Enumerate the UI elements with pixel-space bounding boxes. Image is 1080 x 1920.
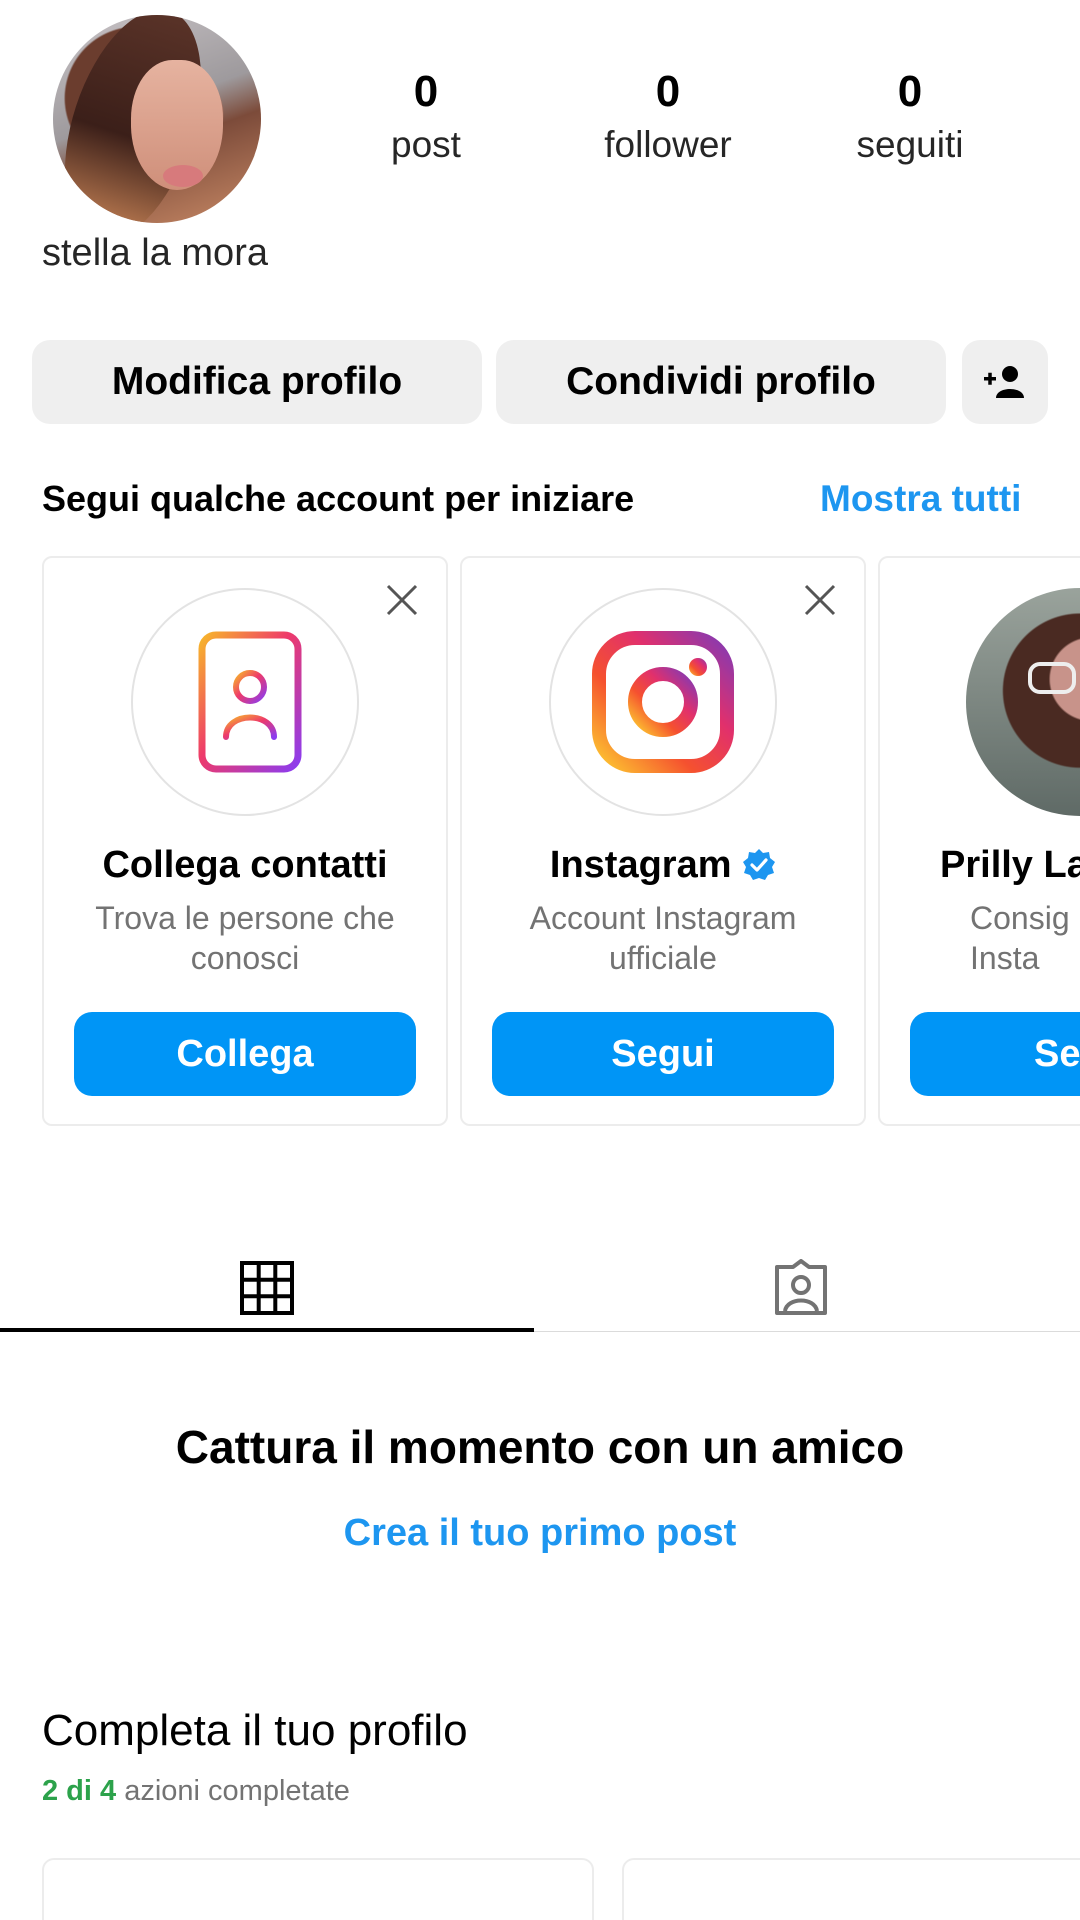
tab-divider <box>534 1331 1080 1332</box>
card-title: Prilly La <box>940 844 1080 886</box>
card-subtitle: Account Instagram ufficiale <box>529 900 797 976</box>
suggestion-card-prilly: Prilly La Consig Insta Se <box>878 556 1080 1126</box>
edit-profile-button[interactable]: Modifica profilo <box>32 340 482 424</box>
stat-followers-count: 0 <box>655 67 681 116</box>
suggestion-card-clip: Prilly La Consig Insta Se <box>878 556 1080 1126</box>
complete-profile-progress: 2 di 4 azioni completate <box>42 1775 350 1808</box>
profile-task-card[interactable] <box>42 1858 594 1920</box>
grid-icon <box>240 1261 294 1315</box>
tab-tagged[interactable] <box>766 1240 836 1336</box>
follow-button[interactable]: Se <box>910 1012 1080 1096</box>
stat-followers[interactable]: 0 follower <box>568 66 768 168</box>
share-profile-button[interactable]: Condividi profilo <box>496 340 946 424</box>
active-tab-indicator <box>0 1328 534 1332</box>
empty-state-title: Cattura il momento con un amico <box>175 1421 905 1473</box>
avatar-lips <box>163 165 203 187</box>
profile-task-card[interactable] <box>622 1858 1080 1920</box>
close-icon[interactable] <box>382 580 422 620</box>
stat-following-count: 0 <box>897 67 923 116</box>
glasses-icon <box>1028 662 1076 694</box>
create-first-post-link[interactable]: Crea il tuo primo post <box>0 1512 1080 1555</box>
stat-followers-label: follower <box>604 124 732 165</box>
stat-following[interactable]: 0 seguiti <box>810 66 1010 168</box>
instagram-logo-icon <box>592 631 734 773</box>
show-all-link[interactable]: Mostra tutti <box>820 478 1021 520</box>
card-subtitle: Trova le persone che conosci <box>95 900 395 976</box>
tab-grid[interactable] <box>232 1240 302 1336</box>
tagged-person-icon <box>775 1259 827 1315</box>
card-title: Collega contatti <box>102 844 388 886</box>
suggestions-title: Segui qualche account per iniziare <box>42 478 635 519</box>
card-title: Instagram <box>549 844 732 886</box>
close-icon[interactable] <box>800 580 840 620</box>
connect-button[interactable]: Collega <box>74 1012 416 1096</box>
progress-count: 2 di 4 <box>42 1775 117 1807</box>
add-person-icon <box>984 366 1024 398</box>
progress-suffix: azioni completate <box>124 1775 350 1807</box>
suggestion-card-instagram: Instagram Account Instagram ufficiale Se… <box>460 556 866 1126</box>
stat-posts-label: post <box>391 124 461 165</box>
verified-badge-icon <box>743 849 776 880</box>
prilly-avatar[interactable] <box>966 588 1080 816</box>
discover-people-button[interactable] <box>962 340 1048 424</box>
stat-following-label: seguiti <box>856 124 964 165</box>
card-title-row: Instagram <box>462 844 864 887</box>
suggestion-card-contacts: Collega contatti Trova le persone che co… <box>42 556 448 1126</box>
stat-posts[interactable]: 0 post <box>326 66 526 168</box>
follow-button[interactable]: Segui <box>492 1012 834 1096</box>
card-subtitle: Consig Insta <box>970 900 1070 976</box>
complete-profile-title: Completa il tuo profilo <box>42 1706 468 1755</box>
contacts-icon-circle <box>131 588 359 816</box>
profile-tabbar <box>0 1240 1080 1336</box>
profile-avatar[interactable] <box>53 15 261 223</box>
profile-username: stella la mora <box>42 232 268 274</box>
instagram-icon-circle <box>549 588 777 816</box>
contact-book-icon <box>187 631 302 773</box>
stat-posts-count: 0 <box>413 67 439 116</box>
